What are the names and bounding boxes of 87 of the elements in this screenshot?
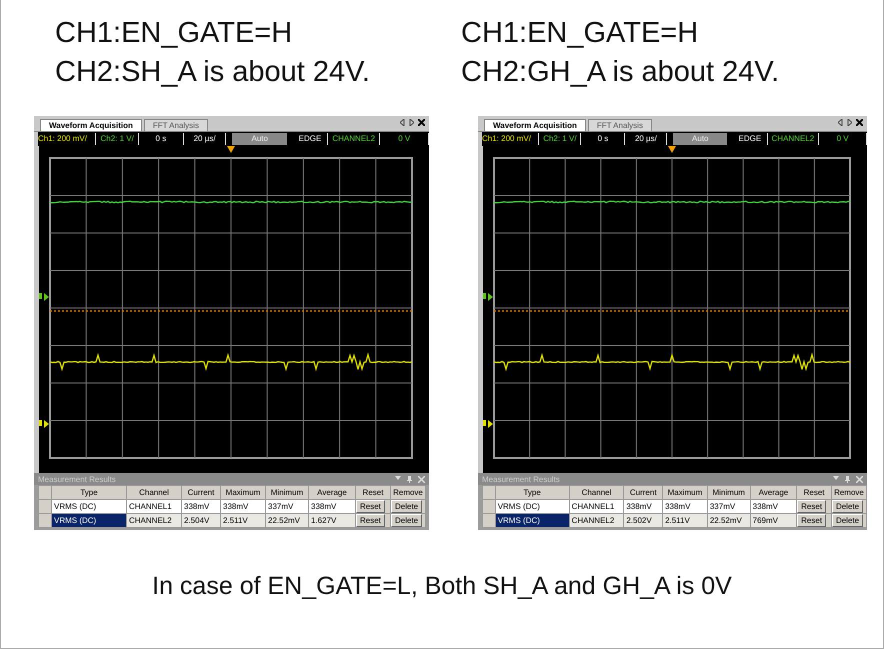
status-text: 0 s <box>581 133 626 145</box>
table-cell: 338mV <box>750 500 797 514</box>
heading-text: CH1:EN_GATE=H <box>461 16 700 51</box>
column-header: Reset <box>796 486 832 500</box>
close-icon[interactable] <box>856 119 863 126</box>
panel-title: Measurement Results <box>38 474 116 484</box>
table-cell: 2.502V <box>624 514 663 528</box>
column-header: Maximum <box>220 486 266 500</box>
status-text: Ch1: 200 mV/ <box>38 133 96 145</box>
column-header: Type <box>495 486 570 500</box>
channel-marker-icon <box>483 420 493 428</box>
heading-text: CH2:SH_A is about 24V. <box>55 55 371 90</box>
scroll-right-icon[interactable] <box>847 119 852 126</box>
column-header: Remove <box>831 486 866 500</box>
status-text: EDGE <box>293 133 328 145</box>
table-cell: 2.504V <box>182 514 220 528</box>
heading-text: CH2:GH_A is about 24V. <box>461 55 780 90</box>
table-cell: 338mV <box>220 500 266 514</box>
column-header: Reset <box>356 486 390 500</box>
column-header: Type <box>52 486 126 500</box>
column-header: Remove <box>390 486 426 500</box>
table-cell: 769mV <box>750 514 797 528</box>
status-text: CHANNEL2 <box>328 133 380 145</box>
channel-marker-icon <box>39 293 49 301</box>
table-cell[interactable]: VRMS (DC) <box>52 514 126 528</box>
reset-button[interactable]: Reset <box>797 514 826 527</box>
table-cell: 22.52mV <box>266 514 308 528</box>
column-header: Minimum <box>266 486 308 500</box>
status-text: Ch1: 200 mV/ <box>482 133 540 145</box>
tab[interactable]: Waveform Acquisition <box>484 119 586 131</box>
status-text: 0 s <box>139 133 184 145</box>
table-cell: 337mV <box>266 500 308 514</box>
table-cell: 337mV <box>707 500 750 514</box>
table-cell: 22.52mV <box>707 514 750 528</box>
table-cell: 338mV <box>662 500 708 514</box>
column-header: Channel <box>569 486 624 500</box>
status-text: 20 µs/ <box>184 133 226 145</box>
delete-button[interactable]: Delete <box>832 500 864 513</box>
close-icon[interactable] <box>418 119 425 126</box>
table-cell[interactable]: VRMS (DC) <box>52 500 126 514</box>
channel-marker-icon <box>483 293 493 301</box>
reset-button[interactable]: Reset <box>356 514 385 527</box>
reset-button[interactable]: Reset <box>356 500 385 513</box>
table-cell: 338mV <box>624 500 663 514</box>
table-cell: 1.627V <box>308 514 356 528</box>
reset-button[interactable]: Reset <box>797 500 826 513</box>
pin-icon[interactable] <box>407 476 412 482</box>
table-cell: 2.511V <box>220 514 266 528</box>
status-text: 20 µs/ <box>625 133 668 145</box>
status-text: EDGE <box>733 133 768 145</box>
column-header: Current <box>624 486 663 500</box>
dropdown-icon[interactable] <box>833 476 839 480</box>
panel-title: Measurement Results <box>482 474 560 484</box>
column-header: Current <box>182 486 220 500</box>
scroll-right-icon[interactable] <box>409 119 414 126</box>
tab[interactable]: Waveform Acquisition <box>40 119 142 131</box>
column-header: Average <box>308 486 356 500</box>
table-cell[interactable]: VRMS (DC) <box>495 514 570 528</box>
scroll-left-icon[interactable] <box>400 119 405 126</box>
column-header: Maximum <box>662 486 708 500</box>
status-text: CHANNEL2 <box>768 133 820 145</box>
dropdown-icon[interactable] <box>395 476 401 480</box>
column-header: Minimum <box>707 486 750 500</box>
scroll-left-icon[interactable] <box>838 119 843 126</box>
status-text: 0 V <box>380 133 430 145</box>
status-text: Ch2: 1 V/ <box>96 133 140 145</box>
delete-button[interactable]: Delete <box>391 500 422 513</box>
table-cell: CHANNEL2 <box>569 514 624 528</box>
table-cell: 338mV <box>182 500 220 514</box>
table-cell: CHANNEL1 <box>126 500 182 514</box>
tab[interactable]: FFT Analysis <box>144 119 208 131</box>
column-header: Channel <box>126 486 182 500</box>
status-text: Ch2: 1 V/ <box>539 133 582 145</box>
table-cell: CHANNEL1 <box>569 500 624 514</box>
heading-text: CH1:EN_GATE=H <box>55 16 294 51</box>
delete-button[interactable]: Delete <box>832 514 864 527</box>
table-cell: 2.511V <box>662 514 708 528</box>
delete-button[interactable]: Delete <box>391 514 422 527</box>
column-header: Average <box>750 486 797 500</box>
channel-marker-icon <box>39 420 49 428</box>
table-cell[interactable]: VRMS (DC) <box>495 500 570 514</box>
tab[interactable]: FFT Analysis <box>588 119 652 131</box>
table-cell: CHANNEL2 <box>126 514 182 528</box>
footer-text: In case of EN_GATE=L, Both SH_A and GH_A is 0V <box>152 572 732 600</box>
table-cell: 338mV <box>308 500 356 514</box>
pin-icon[interactable] <box>845 476 850 482</box>
status-text: 0 V <box>819 133 867 145</box>
